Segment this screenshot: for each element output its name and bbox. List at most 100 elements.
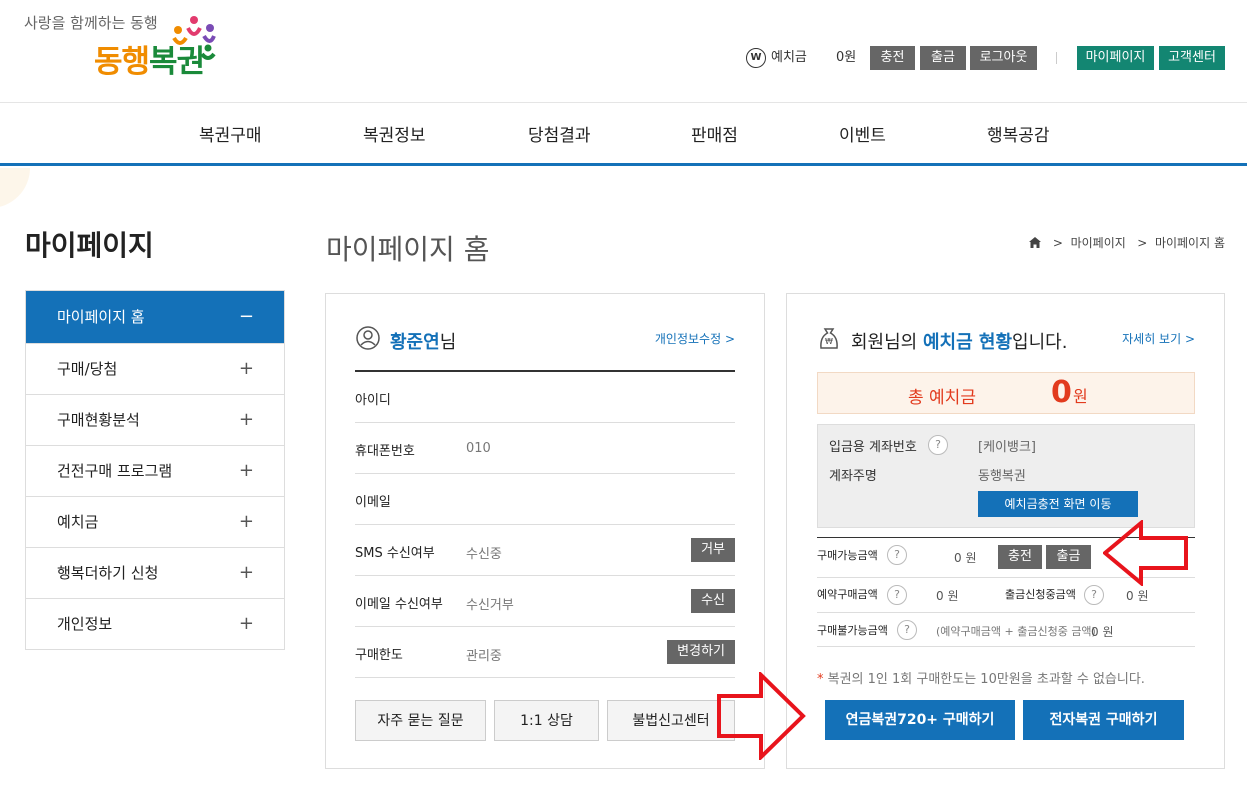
- sidebar-item-mypage-home[interactable]: 마이페이지 홈 −: [26, 291, 284, 343]
- sidebar-item-purchase-win[interactable]: 구매/당첨 +: [26, 343, 284, 394]
- sidebar-title: 마이페이지: [25, 229, 154, 262]
- account-info-box: 입금용 계좌번호 ? [케이뱅크] 계좌주명 동행복권 예치금충전 화면 이동: [817, 424, 1195, 528]
- user-name-value: 황준연: [390, 332, 440, 353]
- sidebar-item-personal-info[interactable]: 개인정보 +: [26, 598, 284, 649]
- row-label: 아이디: [355, 393, 391, 408]
- chevron-right-icon: >: [1129, 236, 1155, 250]
- row-value: 관리중: [466, 649, 502, 664]
- header-withdraw-button[interactable]: 출금: [920, 46, 966, 70]
- sidebar-item-deposit[interactable]: 예치금 +: [26, 496, 284, 547]
- edit-profile-link[interactable]: 개인정보수정 >: [655, 330, 735, 347]
- logout-button[interactable]: 로그아웃: [970, 46, 1037, 70]
- edit-profile-label: 개인정보수정: [654, 332, 722, 346]
- nav-buy-lottery[interactable]: 복권구매: [199, 121, 262, 146]
- collapse-icon: −: [238, 306, 254, 327]
- note-text: 복권의 1인 1회 구매한도는 10만원을 초과할 수 없습니다.: [823, 672, 1145, 687]
- small-charge-button[interactable]: 충전: [998, 545, 1042, 569]
- buy-pension-lottery-button[interactable]: 연금복권720+ 구매하기: [825, 700, 1015, 740]
- email-accept-button[interactable]: 수신: [691, 589, 735, 613]
- sidebar-item-label: 행복더하기 신청: [57, 564, 159, 582]
- chevron-right-icon: >: [1045, 236, 1071, 250]
- customer-center-button[interactable]: 고객센터: [1159, 46, 1225, 70]
- nav-happiness[interactable]: 행복공감: [987, 121, 1050, 146]
- svg-text:₩: ₩: [825, 337, 833, 346]
- deposit-title-a: 회원님의: [851, 332, 923, 353]
- arrow-left-icon: [1103, 520, 1188, 586]
- sidebar-item-label: 건전구매 프로그램: [57, 462, 173, 480]
- buy-e-lottery-button[interactable]: 전자복권 구매하기: [1023, 700, 1184, 740]
- expand-icon: +: [238, 562, 254, 583]
- sidebar-item-purchase-analysis[interactable]: 구매현황분석 +: [26, 394, 284, 445]
- page-title: 마이페이지 홈: [326, 233, 490, 266]
- divider: [817, 612, 1195, 613]
- header-deposit-label: 예치금: [771, 50, 807, 65]
- help-icon[interactable]: ?: [1084, 585, 1104, 605]
- profile-row-phone: 휴대폰번호 010: [355, 423, 735, 474]
- help-icon[interactable]: ?: [887, 545, 907, 565]
- chevron-right-icon: >: [721, 332, 735, 346]
- header-charge-button[interactable]: 충전: [870, 46, 915, 70]
- divider: [817, 646, 1195, 647]
- help-icon[interactable]: ?: [887, 585, 907, 605]
- consultation-button[interactable]: 1:1 상담: [494, 700, 599, 741]
- deposit-title-b: 예치금 현황: [922, 332, 1013, 353]
- row-label: 이메일: [355, 495, 391, 510]
- arrow-right-icon: [717, 672, 806, 760]
- deposit-won-icon: W: [746, 48, 766, 68]
- sidebar-item-label: 구매/당첨: [57, 360, 118, 378]
- nav-lottery-info[interactable]: 복권정보: [363, 121, 426, 146]
- expand-icon: +: [238, 409, 254, 430]
- account-number-label: 입금용 계좌번호: [829, 440, 917, 455]
- site-header: 사랑을 함께하는 동행 동행복권 W 예치금 0원 충전 출금 로그아웃 마이페…: [0, 0, 1247, 102]
- sidebar-item-happiness-apply[interactable]: 행복더하기 신청 +: [26, 547, 284, 598]
- breadcrumb-item[interactable]: 마이페이지: [1071, 236, 1126, 250]
- deposit-detail-link[interactable]: 자세히 보기 >: [1122, 330, 1195, 347]
- nav-events[interactable]: 이벤트: [839, 121, 886, 146]
- go-charge-button[interactable]: 예치금충전 화면 이동: [978, 491, 1138, 517]
- row-label: 휴대폰번호: [355, 444, 415, 459]
- total-deposit-unit: 원: [1073, 387, 1088, 406]
- sidebar-item-healthy-purchase[interactable]: 건전구매 프로그램 +: [26, 445, 284, 496]
- withdraw-request-value: 0 원: [1126, 589, 1149, 603]
- logo-people-icon: [172, 16, 216, 60]
- purchase-limit-note: * 복권의 1인 1회 구매한도는 10만원을 초과할 수 없습니다.: [817, 668, 1145, 687]
- available-amount-value: 0 원: [954, 551, 977, 565]
- breadcrumb: > 마이페이지 > 마이페이지 홈: [1029, 234, 1225, 251]
- home-icon[interactable]: [1029, 237, 1042, 248]
- logo-text-a: 동행: [94, 44, 150, 80]
- sidebar-item-label: 예치금: [57, 513, 99, 531]
- total-deposit-value: 0: [1051, 375, 1072, 410]
- row-label: SMS 수신여부: [355, 546, 435, 561]
- user-name-suffix: 님: [439, 332, 457, 353]
- nav-results[interactable]: 당첨결과: [528, 121, 591, 146]
- help-icon[interactable]: ?: [897, 620, 917, 640]
- sms-reject-button[interactable]: 거부: [691, 538, 735, 562]
- total-deposit-box: 총 예치금 0 원: [817, 372, 1195, 414]
- user-icon: [356, 326, 380, 350]
- deposit-detail-label: 자세히 보기: [1122, 332, 1182, 346]
- total-deposit-label: 총 예치금: [908, 388, 976, 408]
- decorative-shape: [0, 168, 30, 208]
- mypage-button[interactable]: 마이페이지: [1077, 46, 1154, 70]
- row-value: 010: [466, 441, 491, 456]
- nav-stores[interactable]: 판매점: [691, 121, 738, 146]
- available-amount-label: 구매가능금액: [817, 549, 878, 562]
- row-label: 구매한도: [355, 648, 403, 663]
- row-value: 수신중: [466, 547, 502, 562]
- deposit-title: 회원님의 예치금 현황입니다.: [851, 328, 1067, 354]
- change-limit-button[interactable]: 변경하기: [667, 640, 735, 664]
- unavailable-amount-value: 0 원: [1091, 625, 1114, 639]
- header-deposit-value: 0원: [836, 50, 857, 65]
- small-withdraw-button[interactable]: 출금: [1046, 545, 1091, 569]
- expand-icon: +: [238, 358, 254, 379]
- help-icon[interactable]: ?: [928, 435, 948, 455]
- unavailable-amount-label: 구매불가능금액: [817, 624, 888, 637]
- faq-button[interactable]: 자주 묻는 질문: [355, 700, 486, 741]
- row-label: 이메일 수신여부: [355, 597, 443, 612]
- main-navigation: 복권구매 복권정보 당첨결과 판매점 이벤트 행복공감: [0, 102, 1247, 166]
- profile-card: 황준연님 개인정보수정 > 아이디 휴대폰번호 010 이메일 SMS 수신여부 수…: [325, 293, 765, 769]
- logo-tagline: 사랑을 함께하는 동행: [24, 14, 158, 32]
- user-name: 황준연님: [390, 328, 456, 354]
- sidebar-item-label: 마이페이지 홈: [57, 308, 145, 326]
- withdraw-request-label: 출금신청중금액: [1005, 588, 1076, 601]
